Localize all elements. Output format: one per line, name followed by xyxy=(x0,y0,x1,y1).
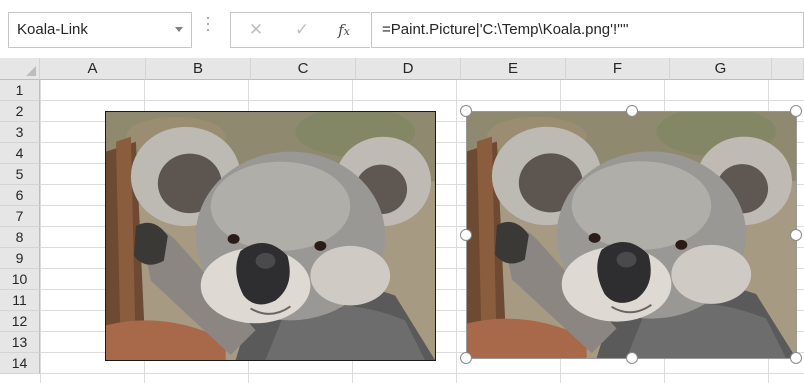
row-header-2[interactable]: 2 xyxy=(0,101,40,122)
row-header-8[interactable]: 8 xyxy=(0,227,40,248)
row-header-4[interactable]: 4 xyxy=(0,143,40,164)
row-header-5[interactable]: 5 xyxy=(0,164,40,185)
formula-buttons: ✕ ✓ fx xyxy=(230,12,370,48)
column-header-a[interactable]: A xyxy=(40,58,146,80)
row-header-3[interactable]: 3 xyxy=(0,122,40,143)
resize-handle-bottom[interactable] xyxy=(626,352,638,364)
koala-picture[interactable] xyxy=(105,111,436,361)
formula-input[interactable]: =Paint.Picture|'C:\Temp\Koala.png'!'''' xyxy=(371,12,804,48)
koala-image xyxy=(106,112,435,360)
resize-handle-top-left[interactable] xyxy=(460,105,472,117)
resize-handle-top[interactable] xyxy=(626,105,638,117)
resize-handle-left[interactable] xyxy=(460,229,472,241)
enter-check-icon[interactable]: ✓ xyxy=(291,19,313,41)
row-header-12[interactable]: 12 xyxy=(0,311,40,332)
column-header-g[interactable]: G xyxy=(670,58,772,80)
formula-bar: Koala-Link ✕ ✓ fx =Paint.Picture|'C:\Tem… xyxy=(0,0,804,58)
formula-text[interactable]: =Paint.Picture|'C:\Temp\Koala.png'!'''' xyxy=(382,21,629,38)
row-header-14[interactable]: 14 xyxy=(0,353,40,374)
resize-handle-bottom-right[interactable] xyxy=(790,352,802,364)
row-header-7[interactable]: 7 xyxy=(0,206,40,227)
column-header-e[interactable]: E xyxy=(461,58,566,80)
row-header-1[interactable]: 1 xyxy=(0,80,40,101)
resize-handle-bottom-left[interactable] xyxy=(460,352,472,364)
row-header-10[interactable]: 10 xyxy=(0,269,40,290)
column-header-c[interactable]: C xyxy=(251,58,356,80)
name-box-value[interactable]: Koala-Link xyxy=(17,21,88,38)
name-box-dropdown-icon[interactable] xyxy=(175,27,183,32)
koala-image xyxy=(467,112,796,358)
column-header-f[interactable]: F xyxy=(566,58,670,80)
select-all-triangle-icon xyxy=(26,66,36,76)
column-header-h[interactable] xyxy=(772,58,804,80)
resize-handle-top-right[interactable] xyxy=(790,105,802,117)
row-header-6[interactable]: 6 xyxy=(0,185,40,206)
row-header-11[interactable]: 11 xyxy=(0,290,40,311)
cancel-icon[interactable]: ✕ xyxy=(245,19,267,41)
select-all-button[interactable] xyxy=(0,58,40,80)
row-header-9[interactable]: 9 xyxy=(0,248,40,269)
resize-handle-right[interactable] xyxy=(790,229,802,241)
column-header-b[interactable]: B xyxy=(146,58,251,80)
insert-function-icon[interactable]: fx xyxy=(333,19,355,41)
row-header-13[interactable]: 13 xyxy=(0,332,40,353)
column-header-d[interactable]: D xyxy=(356,58,461,80)
formula-bar-grip[interactable] xyxy=(207,17,210,43)
koala-picture-linked-selected[interactable] xyxy=(466,111,797,359)
name-box[interactable]: Koala-Link xyxy=(8,12,192,48)
